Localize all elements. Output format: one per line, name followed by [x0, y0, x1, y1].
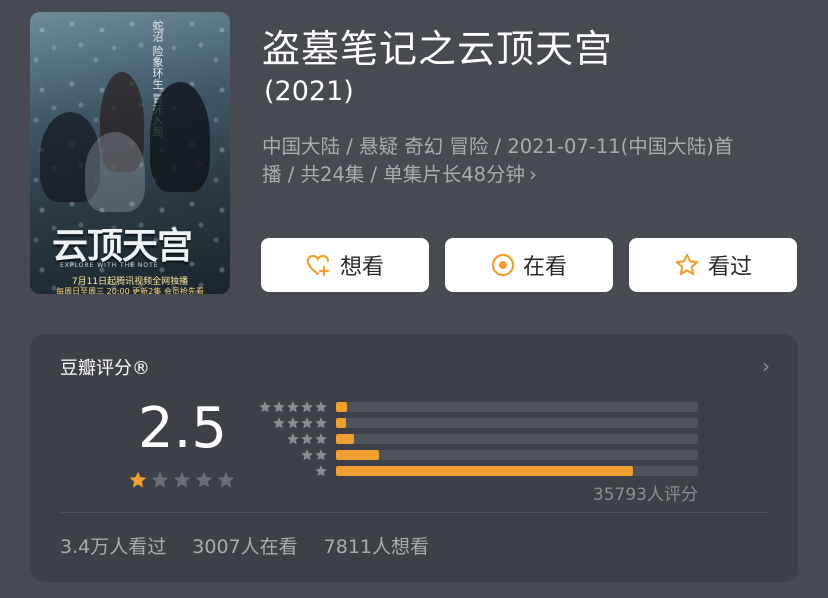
chevron-right-icon: ›	[529, 163, 537, 186]
poster-subtitle: EXPLORE WITH THE NOTE	[60, 262, 159, 269]
heart-plus-icon	[306, 254, 330, 277]
poster-date-2: 每周日至周三 20:00 更新2集 会员抢先看	[56, 287, 204, 294]
watched-button[interactable]: 看过	[629, 238, 797, 292]
score-star-icon	[195, 471, 213, 488]
rating-title: 豆瓣评分®	[60, 358, 150, 379]
small-star-icon	[301, 417, 313, 429]
score-star-icon	[217, 471, 235, 488]
score-star-icon	[173, 471, 191, 488]
rating-bar-5-star	[336, 402, 347, 412]
watched-label: 看过	[707, 255, 752, 280]
rating-score: 2.5	[138, 396, 228, 461]
rating-bar-track	[336, 418, 698, 428]
watching-button[interactable]: 在看	[445, 238, 613, 292]
star-level-labels	[250, 399, 328, 479]
watched-count: 3.4万人看过	[60, 536, 167, 558]
rating-distribution	[336, 402, 698, 482]
small-star-icon	[287, 433, 299, 445]
star-level-5	[250, 399, 328, 415]
small-star-icon	[315, 401, 327, 413]
meta-line-1: 中国大陆 / 悬疑 奇幻 冒险 / 2021-07-11(中国大陆)首	[262, 135, 734, 158]
watching-label: 在看	[522, 255, 567, 280]
movie-year: (2021)	[264, 76, 354, 107]
want-label: 想看	[339, 255, 384, 280]
poster-image[interactable]: 蛇沼 险象环生 冒死入局 云顶天宫 EXPLORE WITH THE NOTE …	[30, 12, 230, 294]
star-level-4	[250, 415, 328, 431]
rating-bar-track	[336, 466, 698, 476]
small-star-icon	[315, 449, 327, 461]
rating-bar-4-star	[336, 418, 346, 428]
rating-card[interactable]: 豆瓣评分® › 2.5 35793人评分 3.4万人看过 3007人在看 781…	[30, 334, 798, 582]
score-stars	[128, 470, 236, 490]
movie-title: 盗墓笔记之云顶天宫	[262, 27, 614, 71]
divider	[60, 512, 768, 513]
small-star-icon	[315, 465, 327, 477]
watching-count: 3007人在看	[192, 536, 298, 558]
target-icon	[491, 253, 515, 277]
small-star-icon	[259, 401, 271, 413]
rating-bar-3-star	[336, 434, 355, 444]
star-level-3	[250, 431, 328, 447]
small-star-icon	[301, 433, 313, 445]
small-star-icon	[287, 401, 299, 413]
score-star-icon	[151, 471, 169, 488]
small-star-icon	[315, 417, 327, 429]
rating-bar-track	[336, 434, 698, 444]
rating-bar-2-star	[336, 450, 380, 460]
want-button[interactable]: 想看	[261, 238, 429, 292]
small-star-icon	[315, 433, 327, 445]
star-level-2	[250, 447, 328, 463]
meta-line-2: 播 / 共24集 / 单集片长48分钟 ›	[262, 163, 537, 186]
chevron-right-icon[interactable]: ›	[762, 354, 770, 378]
star-icon	[675, 253, 699, 276]
small-star-icon	[287, 417, 299, 429]
want-count: 7811人想看	[323, 536, 430, 558]
rating-bar-1-star	[336, 466, 633, 476]
star-level-1	[250, 463, 328, 479]
poster-figures	[40, 72, 220, 212]
vote-count: 35793人评分	[592, 485, 698, 505]
small-star-icon	[301, 401, 313, 413]
movie-meta[interactable]: 中国大陆 / 悬疑 奇幻 冒险 / 2021-07-11(中国大陆)首 播 / …	[262, 133, 802, 189]
rating-bar-track	[336, 402, 698, 412]
small-star-icon	[301, 449, 313, 461]
small-star-icon	[273, 401, 285, 413]
audience-stats: 3.4万人看过 3007人在看 7811人想看	[60, 532, 449, 559]
rating-bar-track	[336, 450, 698, 460]
small-star-icon	[273, 417, 285, 429]
score-star-icon	[129, 471, 147, 488]
